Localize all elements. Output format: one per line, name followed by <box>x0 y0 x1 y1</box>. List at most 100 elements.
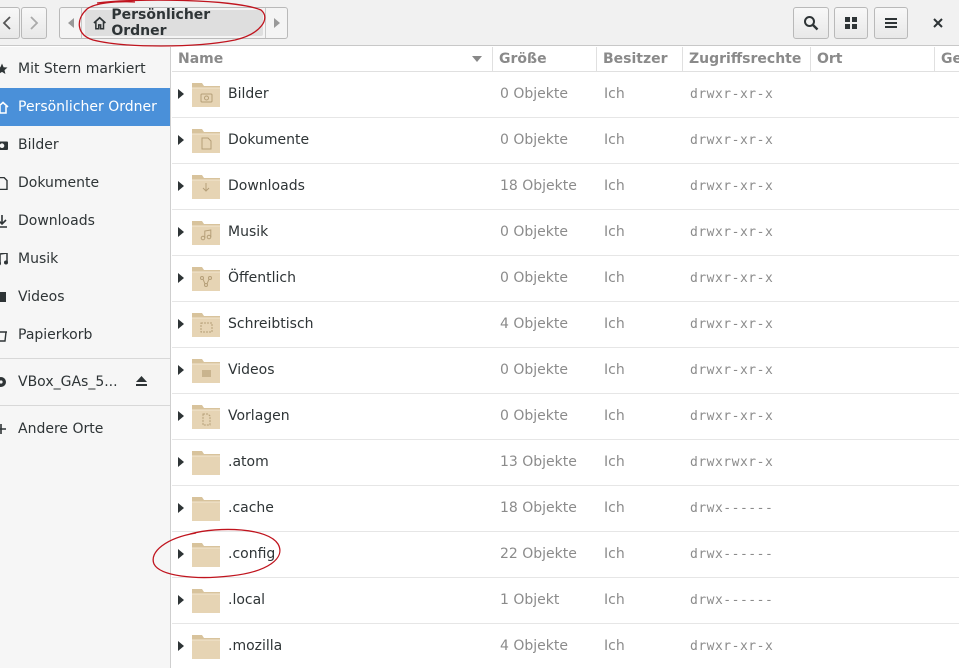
sidebar-separator <box>0 358 170 359</box>
file-permissions: drwxr-xr-x <box>690 317 774 332</box>
file-owner: Ich <box>604 454 625 470</box>
folder-icon <box>192 635 220 659</box>
forward-button[interactable] <box>21 7 47 39</box>
sidebar-item-other-locations[interactable]: Andere Orte <box>0 410 170 448</box>
file-owner: Ich <box>604 408 625 424</box>
file-owner: Ich <box>604 316 625 332</box>
sidebar-item-pictures[interactable]: Bilder <box>0 126 170 164</box>
file-name: Schreibtisch <box>228 316 314 332</box>
column-header-more[interactable]: Ge <box>935 47 959 71</box>
expander-triangle-icon[interactable] <box>178 641 184 651</box>
table-row[interactable]: Vorlagen 0 Objekte Ich drwxr-xr-x <box>172 394 959 440</box>
table-row[interactable]: Musik 0 Objekte Ich drwxr-xr-x <box>172 210 959 256</box>
file-owner: Ich <box>604 224 625 240</box>
file-permissions: drwxr-xr-x <box>690 133 774 148</box>
file-owner: Ich <box>604 592 625 608</box>
eject-icon[interactable] <box>135 375 148 391</box>
table-row[interactable]: Schreibtisch 4 Objekte Ich drwxr-xr-x <box>172 302 959 348</box>
expander-triangle-icon[interactable] <box>178 273 184 283</box>
home-icon <box>0 100 18 114</box>
expander-triangle-icon[interactable] <box>178 457 184 467</box>
sidebar-item-downloads[interactable]: Downloads <box>0 202 170 240</box>
expander-triangle-icon[interactable] <box>178 595 184 605</box>
column-header-more-label: Ge <box>941 51 959 67</box>
path-scroll-left-button[interactable] <box>60 8 82 38</box>
table-row[interactable]: .cache 18 Objekte Ich drwx------ <box>172 486 959 532</box>
file-name: Downloads <box>228 178 305 194</box>
triangle-left-icon <box>67 18 74 28</box>
expander-triangle-icon[interactable] <box>178 89 184 99</box>
sidebar-item-videos[interactable]: Videos <box>0 278 170 316</box>
file-permissions: drwxr-xr-x <box>690 639 774 654</box>
path-bar: Persönlicher Ordner <box>59 7 288 39</box>
table-row[interactable]: Dokumente 0 Objekte Ich drwxr-xr-x <box>172 118 959 164</box>
table-row[interactable]: Bilder 0 Objekte Ich drwxr-xr-x <box>172 72 959 118</box>
file-permissions: drwxr-xr-x <box>690 271 774 286</box>
sidebar-item-label: Bilder <box>18 137 59 153</box>
expander-triangle-icon[interactable] <box>178 503 184 513</box>
sidebar-item-starred[interactable]: Mit Stern markiert <box>0 50 170 88</box>
column-header-owner-label: Besitzer <box>603 51 668 67</box>
sidebar-item-trash[interactable]: Papierkorb <box>0 316 170 354</box>
file-size: 4 Objekte <box>500 638 568 654</box>
file-permissions: drwxr-xr-x <box>690 363 774 378</box>
table-row[interactable]: .local 1 Objekt Ich drwx------ <box>172 578 959 624</box>
home-icon <box>93 16 106 30</box>
file-name: Öffentlich <box>228 270 296 286</box>
sort-descending-icon <box>472 56 482 62</box>
file-permissions: drwxr-xr-x <box>690 225 774 240</box>
folder-icon <box>192 451 220 475</box>
sidebar-item-label: Dokumente <box>18 175 100 191</box>
table-row[interactable]: .mozilla 4 Objekte Ich drwxr-xr-x <box>172 624 959 668</box>
sidebar-item-label: Andere Orte <box>18 421 104 437</box>
path-scroll-right-button[interactable] <box>265 8 287 38</box>
expander-triangle-icon[interactable] <box>178 227 184 237</box>
folder-publicshare-icon <box>192 267 220 291</box>
file-size: 22 Objekte <box>500 546 577 562</box>
table-row[interactable]: Downloads 18 Objekte Ich drwxr-xr-x <box>172 164 959 210</box>
file-name: .mozilla <box>228 638 283 654</box>
back-button[interactable] <box>0 7 20 39</box>
expander-triangle-icon[interactable] <box>178 181 184 191</box>
view-toggle-button[interactable] <box>834 7 868 39</box>
triangle-right-icon <box>273 18 280 28</box>
file-size: 0 Objekte <box>500 362 568 378</box>
column-header-location[interactable]: Ort <box>811 47 935 71</box>
file-name: .local <box>228 592 266 608</box>
sidebar-item-documents[interactable]: Dokumente <box>0 164 170 202</box>
column-header-size-label: Größe <box>499 51 547 67</box>
close-icon <box>933 18 943 28</box>
column-header-location-label: Ort <box>817 51 843 67</box>
file-owner: Ich <box>604 270 625 286</box>
column-header-owner[interactable]: Besitzer <box>597 47 683 71</box>
file-owner: Ich <box>604 500 625 516</box>
file-size: 0 Objekte <box>500 270 568 286</box>
search-button[interactable] <box>793 7 829 39</box>
close-button[interactable] <box>921 7 955 39</box>
folder-download-icon <box>192 175 220 199</box>
path-crumb-home[interactable]: Persönlicher Ordner <box>85 7 263 39</box>
file-list: Bilder 0 Objekte Ich drwxr-xr-x Dokumente 0 O… <box>172 72 959 668</box>
table-row[interactable]: Videos 0 Objekte Ich drwxr-xr-x <box>172 348 959 394</box>
file-size: 0 Objekte <box>500 408 568 424</box>
expander-triangle-icon[interactable] <box>178 135 184 145</box>
expander-triangle-icon[interactable] <box>178 411 184 421</box>
sidebar-item-home[interactable]: Persönlicher Ordner <box>0 88 170 126</box>
table-row[interactable]: .config 22 Objekte Ich drwx------ <box>172 532 959 578</box>
expander-triangle-icon[interactable] <box>178 319 184 329</box>
expander-triangle-icon[interactable] <box>178 365 184 375</box>
table-row[interactable]: Öffentlich 0 Objekte Ich drwxr-xr-x <box>172 256 959 302</box>
menu-button[interactable] <box>874 7 908 39</box>
sidebar-item-music[interactable]: Musik <box>0 240 170 278</box>
column-header-size[interactable]: Größe <box>493 47 597 71</box>
file-name: .cache <box>228 500 274 516</box>
column-header-permissions[interactable]: Zugriffsrechte <box>683 47 811 71</box>
download-icon <box>0 214 18 228</box>
sidebar-item-label: Persönlicher Ordner <box>18 99 157 115</box>
expander-triangle-icon[interactable] <box>178 549 184 559</box>
file-name: Vorlagen <box>228 408 290 424</box>
table-row[interactable]: .atom 13 Objekte Ich drwxrwxr-x <box>172 440 959 486</box>
column-header-name[interactable]: Name <box>172 47 493 71</box>
sidebar-item-vbox-drive[interactable]: VBox_GAs_5... <box>0 363 170 401</box>
file-name: Bilder <box>228 86 269 102</box>
